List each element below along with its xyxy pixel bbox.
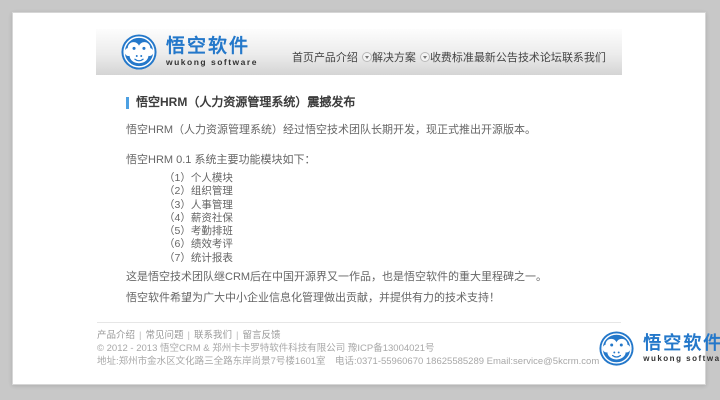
- nav-label: 收费标准: [430, 49, 474, 65]
- monkey-logo-icon: [121, 34, 157, 70]
- site-logo[interactable]: 悟空软件 wukong software: [96, 29, 258, 75]
- desktop-background: 悟空软件 wukong software 首页 产品介绍 解决方案 收费标准: [0, 0, 720, 400]
- footer-link-separator: |: [188, 330, 190, 341]
- footer-copyright: © 2012 - 2013 悟空CRM & 郑州卡卡罗特软件科技有限公司 豫IC…: [97, 342, 599, 355]
- footer-link-separator: |: [139, 330, 141, 341]
- logo-name-cn: 悟空软件: [166, 37, 258, 57]
- footer-address: 地址:郑州市金水区文化路三全路东岸尚景7号楼1601室 电话:0371-5596…: [97, 355, 599, 368]
- chevron-down-icon: [420, 52, 430, 62]
- article-outro-2: 悟空软件希望为广大中小企业信息化管理做出贡献，并提供有力的技术支持！: [126, 292, 622, 305]
- footer-link-separator: |: [236, 330, 238, 341]
- module-list-item: （4）薪资社保: [164, 212, 622, 225]
- footer-logo-name-cn: 悟空软件: [643, 333, 720, 353]
- module-list-item: （7）统计报表: [164, 252, 622, 265]
- title-accent-bar: [126, 97, 129, 109]
- footer-links: 产品介绍 | 常见问题 | 联系我们 | 留言反馈: [97, 329, 599, 342]
- nav-item-solutions[interactable]: 解决方案: [372, 49, 430, 65]
- nav-label: 产品介绍: [314, 49, 358, 65]
- page-title-text: 悟空HRM（人力资源管理系统）震撼发布: [136, 96, 355, 109]
- nav-label: 最新公告: [474, 49, 518, 65]
- nav-item-products[interactable]: 产品介绍: [314, 49, 372, 65]
- nav-label: 联系我们: [562, 49, 606, 65]
- module-list-item: （2）组织管理: [164, 185, 622, 198]
- article-outro-1: 这是悟空技术团队继CRM后在中国开源界又一作品，也是悟空软件的重大里程碑之一。: [126, 271, 622, 284]
- nav-label: 解决方案: [372, 49, 416, 65]
- footer-logo: 悟空软件 wukong software: [599, 331, 720, 366]
- nav-item-pricing[interactable]: 收费标准: [430, 49, 474, 65]
- footer-text-block: 产品介绍 | 常见问题 | 联系我们 | 留言反馈 © 2012 - 2013 悟空CRM …: [97, 329, 599, 368]
- nav-label: 技术论坛: [518, 49, 562, 65]
- main-nav: 首页 产品介绍 解决方案 收费标准 最新公告 技术论坛: [258, 29, 628, 75]
- nav-item-forum[interactable]: 技术论坛: [518, 49, 562, 65]
- module-list: （1）个人模块 （2）组织管理 （3）人事管理 （4）薪资社保 （5）考勤排班 …: [126, 172, 622, 265]
- module-list-item: （6）绩效考评: [164, 238, 622, 251]
- footer-link-faq[interactable]: 常见问题: [145, 330, 183, 341]
- logo-name-en: wukong software: [166, 57, 258, 68]
- module-list-item: （3）人事管理: [164, 199, 622, 212]
- nav-item-home[interactable]: 首页: [292, 49, 314, 65]
- page-card: 悟空软件 wukong software 首页 产品介绍 解决方案 收费标准: [12, 12, 706, 385]
- article-intro: 悟空HRM（人力资源管理系统）经过悟空技术团队长期开发，现正式推出开源版本。: [126, 124, 622, 137]
- footer-link-products[interactable]: 产品介绍: [97, 330, 135, 341]
- nav-item-announcements[interactable]: 最新公告: [474, 49, 518, 65]
- module-list-item: （1）个人模块: [164, 172, 622, 185]
- footer-logo-name-en: wukong software: [643, 353, 720, 364]
- site-header: 悟空软件 wukong software 首页 产品介绍 解决方案 收费标准: [96, 29, 622, 75]
- page-title: 悟空HRM（人力资源管理系统）震撼发布: [126, 96, 622, 109]
- footer-link-contact[interactable]: 联系我们: [194, 330, 232, 341]
- nav-item-contact[interactable]: 联系我们: [562, 49, 606, 65]
- logo-text: 悟空软件 wukong software: [166, 37, 258, 68]
- modules-heading: 悟空HRM 0.1 系统主要功能模块如下：: [126, 154, 622, 167]
- module-list-item: （5）考勤排班: [164, 225, 622, 238]
- nav-label: 首页: [292, 49, 314, 65]
- site-footer: 产品介绍 | 常见问题 | 联系我们 | 留言反馈 © 2012 - 2013 悟空CRM …: [97, 322, 621, 368]
- footer-link-feedback[interactable]: 留言反馈: [242, 330, 280, 341]
- monkey-logo-icon: [599, 331, 634, 366]
- chevron-down-icon: [362, 52, 372, 62]
- footer-logo-text: 悟空软件 wukong software: [643, 333, 720, 364]
- article: 悟空HRM（人力资源管理系统）震撼发布 悟空HRM（人力资源管理系统）经过悟空技…: [96, 96, 622, 305]
